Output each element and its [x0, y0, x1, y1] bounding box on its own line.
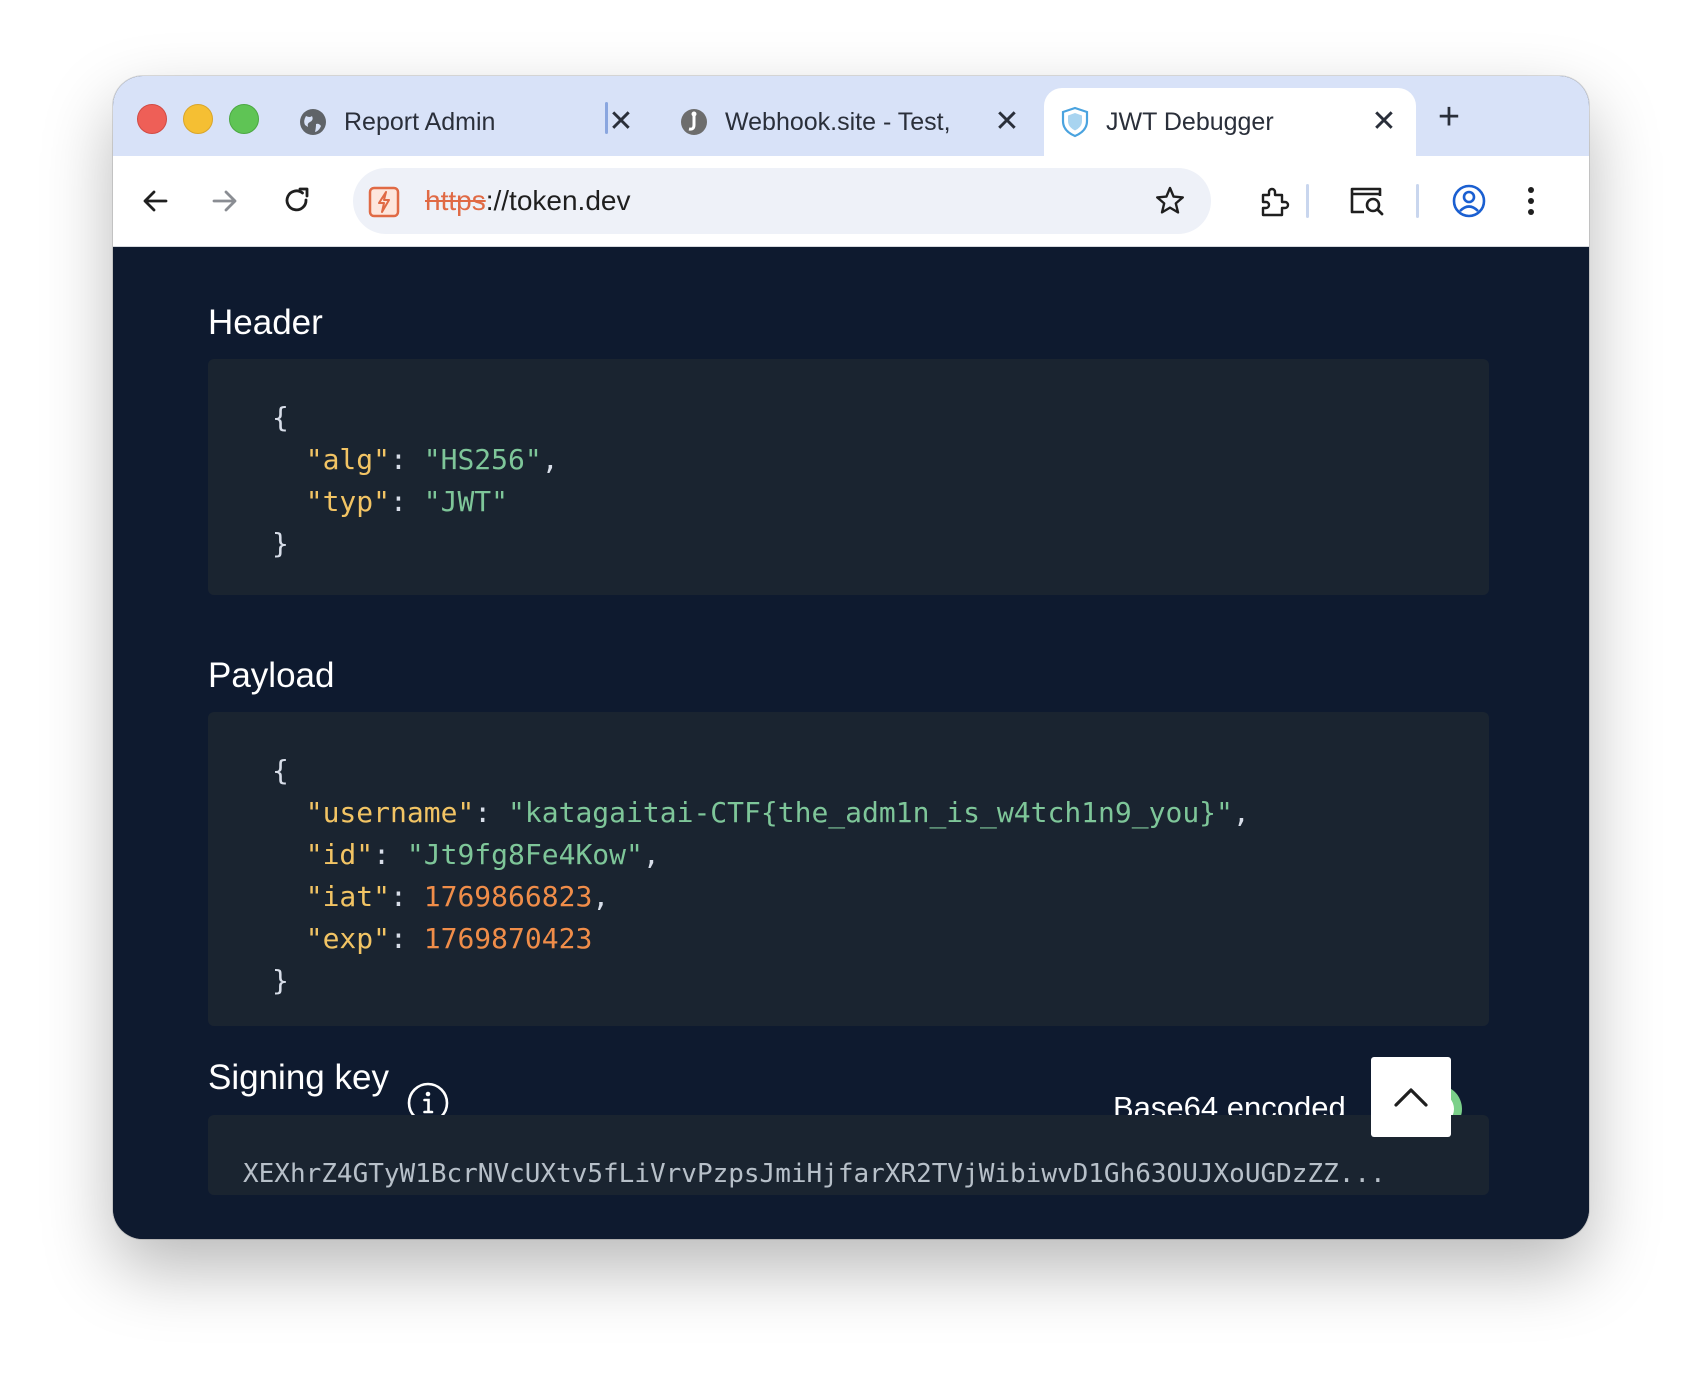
bookmark-star-icon[interactable] [1153, 184, 1187, 218]
signing-key-field[interactable]: XEXhrZ4GTyW1BcrNVcUXtv5fLiVrvPzpsJmiHjfa… [208, 1115, 1489, 1195]
menu-kebab-icon[interactable] [1509, 179, 1553, 223]
payload-json: { "username": "katagaitai-CTF{the_adm1n_… [272, 754, 1250, 997]
close-tab-icon[interactable]: ✕ [993, 107, 1021, 137]
payload-iat-value: 1769866823 [423, 880, 593, 913]
header-json-viewer[interactable]: { "alg": "HS256", "typ": "JWT" } [208, 359, 1489, 595]
new-tab-button[interactable]: + [1431, 98, 1467, 136]
back-icon[interactable] [133, 179, 177, 223]
close-tab-icon[interactable]: ✕ [1370, 107, 1398, 137]
close-tab-icon[interactable]: ✕ [607, 107, 635, 137]
tab-title: JWT Debugger [1106, 107, 1274, 136]
scroll-to-top-button[interactable] [1371, 1057, 1451, 1137]
tab-bar: Report Admin ✕ Webhook.site - Test, ✕ JW… [113, 76, 1589, 156]
zoom-window-button[interactable] [229, 104, 259, 134]
tab-title: Report Admin [344, 107, 496, 136]
signing-key-section-title: Signing key [208, 1058, 389, 1097]
close-window-button[interactable] [137, 104, 167, 134]
reload-icon[interactable] [275, 179, 319, 223]
payload-id-value: Jt9fg8Fe4Kow [423, 838, 627, 871]
tab-search-icon[interactable] [1345, 179, 1389, 223]
profile-icon[interactable] [1447, 179, 1491, 223]
minimize-window-button[interactable] [183, 104, 213, 134]
payload-section-title: Payload [208, 656, 335, 695]
header-typ-value: JWT [440, 485, 492, 518]
toolbar-separator [1306, 184, 1309, 218]
url-scheme: https [425, 185, 486, 216]
toolbar-separator [1416, 184, 1419, 218]
globe-icon [298, 107, 328, 137]
shield-icon [1060, 106, 1090, 138]
tab-jwt-debugger[interactable]: JWT Debugger ✕ [1044, 88, 1416, 156]
payload-json-viewer[interactable]: { "username": "katagaitai-CTF{the_adm1n_… [208, 712, 1489, 1026]
tab-title: Webhook.site - Test, [725, 107, 951, 136]
tab-separator [605, 102, 608, 134]
browser-toolbar: https://token.dev [113, 156, 1589, 247]
header-alg-value: HS256 [440, 443, 525, 476]
webhook-icon [679, 107, 709, 137]
tab-report-admin[interactable]: Report Admin ✕ [298, 88, 653, 156]
insecure-site-icon[interactable] [367, 185, 401, 219]
browser-window: Report Admin ✕ Webhook.site - Test, ✕ JW… [113, 76, 1589, 1239]
forward-icon[interactable] [203, 179, 247, 223]
extensions-icon[interactable] [1253, 179, 1297, 223]
payload-username-value: katagaitai-CTF{the_adm1n_is_w4tch1n9_you… [524, 796, 1217, 829]
header-json: { "alg": "HS256", "typ": "JWT" } [272, 401, 559, 560]
tab-webhook-site[interactable]: Webhook.site - Test, ✕ [679, 88, 1039, 156]
payload-exp-value: 1769870423 [423, 922, 593, 955]
address-bar[interactable]: https://token.dev [353, 168, 1211, 234]
header-section-title: Header [208, 303, 323, 342]
signing-key-text: XEXhrZ4GTyW1BcrNVcUXtv5fLiVrvPzpsJmiHjfa… [243, 1159, 1386, 1189]
url-host: ://token.dev [485, 185, 631, 216]
page-content: Header { "alg": "HS256", "typ": "JWT" } … [113, 247, 1589, 1239]
url-text[interactable]: https://token.dev [425, 185, 630, 217]
